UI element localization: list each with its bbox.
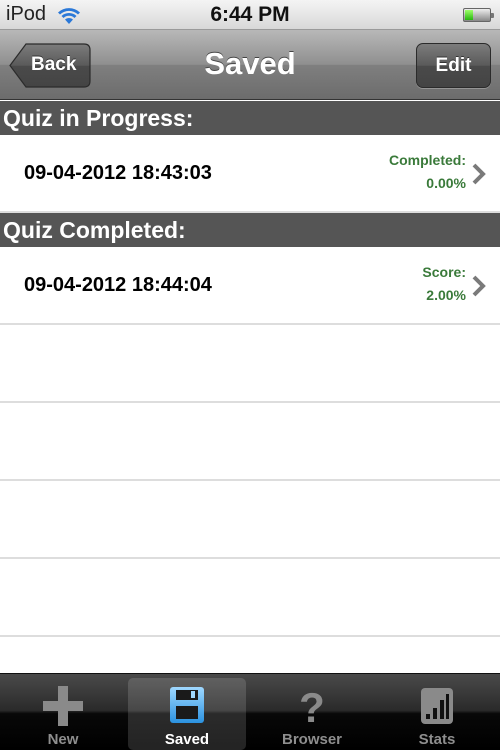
tab-label: Saved (164, 731, 210, 748)
question-mark-icon: ? (299, 684, 325, 728)
empty-row (0, 481, 500, 559)
tab-browser[interactable]: ? Browser (253, 678, 371, 750)
battery-icon (463, 8, 494, 22)
detail-label: Completed: (389, 152, 466, 168)
quiz-detail: Score: 2.00% (422, 261, 466, 307)
tab-label: New (47, 731, 79, 748)
plus-icon (43, 686, 83, 726)
detail-value: 0.00% (426, 175, 466, 191)
edit-button[interactable]: Edit (416, 43, 491, 88)
quiz-detail: Completed: 0.00% (389, 149, 466, 195)
section-header-in-progress: Quiz in Progress: (0, 101, 500, 135)
bar-chart-icon (421, 688, 453, 724)
tab-label: Browser (281, 731, 343, 748)
svg-text:?: ? (299, 684, 325, 728)
battery-level (465, 10, 473, 20)
detail-value: 2.00% (426, 287, 466, 303)
detail-label: Score: (422, 264, 466, 280)
chevron-right-icon (472, 163, 486, 185)
clock: 6:44 PM (210, 3, 290, 26)
status-bar: iPod 6:44 PM (0, 0, 500, 30)
floppy-disk-icon (170, 687, 204, 723)
quiz-timestamp: 09-04-2012 18:43:03 (24, 162, 212, 184)
tab-new[interactable]: New (4, 678, 122, 750)
empty-row (0, 325, 500, 403)
empty-row (0, 403, 500, 481)
tab-stats[interactable]: Stats (378, 678, 496, 750)
navigation-bar: Back Saved Edit (0, 30, 500, 100)
quiz-row-in-progress[interactable]: 09-04-2012 18:43:03 Completed: 0.00% (0, 135, 500, 213)
section-header-completed: Quiz Completed: (0, 213, 500, 247)
tab-label: Stats (418, 731, 456, 748)
empty-row (0, 559, 500, 637)
tab-saved[interactable]: Saved (128, 678, 246, 750)
tab-bar: New Saved ? Browser Stats (0, 673, 500, 750)
quiz-row-completed[interactable]: 09-04-2012 18:44:04 Score: 2.00% (0, 247, 500, 325)
chevron-right-icon (472, 275, 486, 297)
quiz-timestamp: 09-04-2012 18:44:04 (24, 274, 212, 296)
